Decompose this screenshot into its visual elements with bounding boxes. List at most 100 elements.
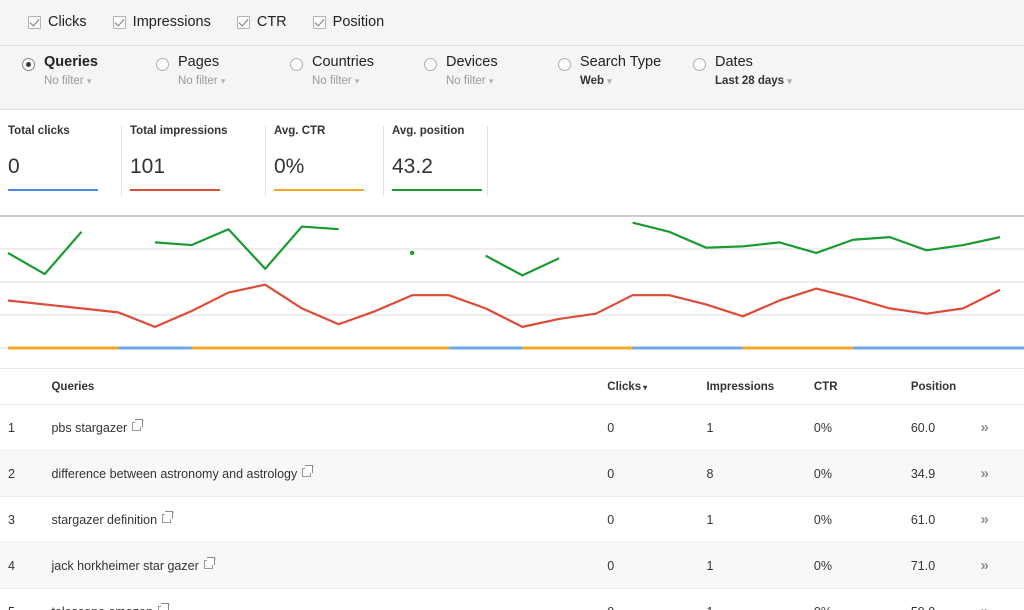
dimension-devices[interactable]: Devices No filter ▾ <box>424 55 558 87</box>
queries-table: Queries Clicks ▾ Impressions CTR Position… <box>0 368 1024 610</box>
chevron-down-icon: ▾ <box>86 75 92 86</box>
external-link-icon[interactable] <box>132 418 144 431</box>
column-header-position[interactable]: Position <box>910 368 981 405</box>
dimension-pages[interactable]: Pages No filter ▾ <box>156 55 290 87</box>
dimension-filter-dates[interactable]: Last 28 days ▾ <box>715 75 792 88</box>
metric-toggle-position[interactable]: Position <box>312 14 385 31</box>
double-chevron-right-icon: » <box>980 465 988 482</box>
dimension-label: Search Type <box>580 54 662 70</box>
row-position: 59.0 <box>910 588 981 610</box>
summary-card-title: Avg. position <box>392 125 465 137</box>
metric-toggle-ctr[interactable]: CTR <box>236 15 287 30</box>
summary-card-avg-position[interactable]: Avg. position 43.2 <box>384 125 488 196</box>
column-header-clicks[interactable]: Clicks ▾ <box>607 368 707 405</box>
chevron-down-icon: ▾ <box>220 75 226 86</box>
metric-toggle-label: Position <box>332 14 385 31</box>
external-link-icon[interactable] <box>203 556 215 569</box>
dimension-dates[interactable]: Dates Last 28 days ▾ <box>693 55 828 87</box>
summary-card-accent <box>274 188 364 191</box>
column-header-impressions[interactable]: Impressions <box>706 368 814 405</box>
row-expand-button[interactable]: » <box>980 542 1024 589</box>
metric-summary-cards: Total clicks 0 Total impressions 101 Avg. CT… <box>0 110 1024 200</box>
radio-dates[interactable] <box>693 58 706 71</box>
row-query[interactable]: jack horkheimer star gazer <box>51 542 608 589</box>
dimension-search-type[interactable]: Search Type Web ▾ <box>558 55 693 87</box>
double-chevron-right-icon: » <box>980 603 988 610</box>
checkbox-ctr[interactable] <box>236 16 250 29</box>
dimension-filter-label: No filter <box>446 74 486 87</box>
summary-card-title: Total impressions <box>130 125 228 137</box>
dimension-queries[interactable]: Queries No filter ▾ <box>22 55 156 87</box>
external-link-icon[interactable] <box>162 510 174 523</box>
double-chevron-right-icon: » <box>980 419 988 436</box>
row-query-text: stargazer definition <box>51 512 158 527</box>
summary-card-avg-ctr[interactable]: Avg. CTR 0% <box>266 125 384 196</box>
row-position: 34.9 <box>910 450 981 497</box>
row-clicks: 0 <box>607 496 707 543</box>
row-index: 5 <box>0 588 52 610</box>
chart-svg <box>0 215 1024 350</box>
chart-line-position <box>485 254 560 277</box>
dimension-filter-label: No filter <box>44 74 84 87</box>
row-impressions: 1 <box>706 542 814 589</box>
row-query[interactable]: difference between astronomy and astrolo… <box>51 450 608 497</box>
row-expand-button[interactable]: » <box>980 404 1024 451</box>
radio-pages[interactable] <box>156 58 169 71</box>
checkbox-position[interactable] <box>312 16 326 29</box>
row-ctr: 0% <box>813 404 911 451</box>
dimension-filter-pages[interactable]: No filter ▾ <box>178 75 226 88</box>
dimension-label: Countries <box>312 54 375 70</box>
chevron-down-icon: ▾ <box>488 75 494 86</box>
row-index: 1 <box>0 404 52 451</box>
summary-card-total-clicks[interactable]: Total clicks 0 <box>0 125 122 196</box>
dimension-filter-queries[interactable]: No filter ▾ <box>44 74 98 88</box>
row-expand-button[interactable]: » <box>980 588 1024 610</box>
row-ctr: 0% <box>813 496 911 543</box>
row-clicks: 0 <box>607 542 707 589</box>
dimension-label: Pages <box>178 54 220 70</box>
sort-descending-icon: ▾ <box>643 383 648 392</box>
summary-card-value: 0 <box>8 154 20 178</box>
row-query-text: pbs stargazer <box>51 420 128 435</box>
metric-toggle-bar: Clicks Impressions CTR Position <box>0 0 1024 46</box>
row-expand-button[interactable]: » <box>980 496 1024 543</box>
radio-countries[interactable] <box>290 58 303 71</box>
row-query[interactable]: stargazer definition <box>51 496 608 543</box>
dimension-filter-countries[interactable]: No filter ▾ <box>312 75 374 88</box>
table-body: 1 pbs stargazer 0 1 0% 60.0» 2 difference betwe… <box>0 404 1024 610</box>
metric-toggle-impressions[interactable]: Impressions <box>112 15 211 30</box>
table-header-row: Queries Clicks ▾ Impressions CTR Position <box>0 368 1024 405</box>
external-link-icon[interactable] <box>157 602 169 610</box>
row-clicks: 0 <box>607 450 707 497</box>
summary-card-title: Avg. CTR <box>274 125 326 137</box>
row-query-text: difference between astronomy and astrolo… <box>51 466 298 481</box>
table-row[interactable]: 3 stargazer definition 0 1 0% 61.0» <box>0 496 1024 543</box>
external-link-icon[interactable] <box>302 464 314 477</box>
row-index: 3 <box>0 496 52 543</box>
table-row[interactable]: 2 difference between astronomy and astrol… <box>0 450 1024 497</box>
checkbox-clicks[interactable] <box>28 16 41 29</box>
radio-search-type[interactable] <box>558 58 571 71</box>
dimension-filter-label: Web <box>580 74 605 87</box>
row-expand-button[interactable]: » <box>980 450 1024 497</box>
row-ctr: 0% <box>813 542 911 589</box>
radio-queries[interactable] <box>22 58 35 71</box>
metric-toggle-clicks[interactable]: Clicks <box>28 15 87 30</box>
table-row[interactable]: 4 jack horkheimer star gazer 0 1 0% 71.0» <box>0 542 1024 589</box>
dimension-filter-search-type[interactable]: Web ▾ <box>580 74 661 88</box>
row-impressions: 1 <box>706 404 814 451</box>
radio-devices[interactable] <box>424 58 437 71</box>
column-header-queries[interactable]: Queries <box>51 368 608 405</box>
checkbox-impressions[interactable] <box>112 16 126 29</box>
dimension-filter-devices[interactable]: No filter ▾ <box>446 74 498 88</box>
row-query[interactable]: telescope amazon <box>51 588 608 610</box>
table-row[interactable]: 1 pbs stargazer 0 1 0% 60.0» <box>0 404 1024 451</box>
column-header-ctr[interactable]: CTR <box>813 368 911 405</box>
table-row[interactable]: 5telescope amazon 010%59.0» <box>0 588 1024 610</box>
chart-point-position <box>409 250 415 256</box>
dimension-countries[interactable]: Countries No filter ▾ <box>290 55 424 87</box>
dimension-label: Queries <box>44 54 98 70</box>
summary-card-total-impressions[interactable]: Total impressions 101 <box>122 125 266 196</box>
summary-card-value: 0% <box>274 154 305 178</box>
row-query[interactable]: pbs stargazer <box>51 404 608 451</box>
